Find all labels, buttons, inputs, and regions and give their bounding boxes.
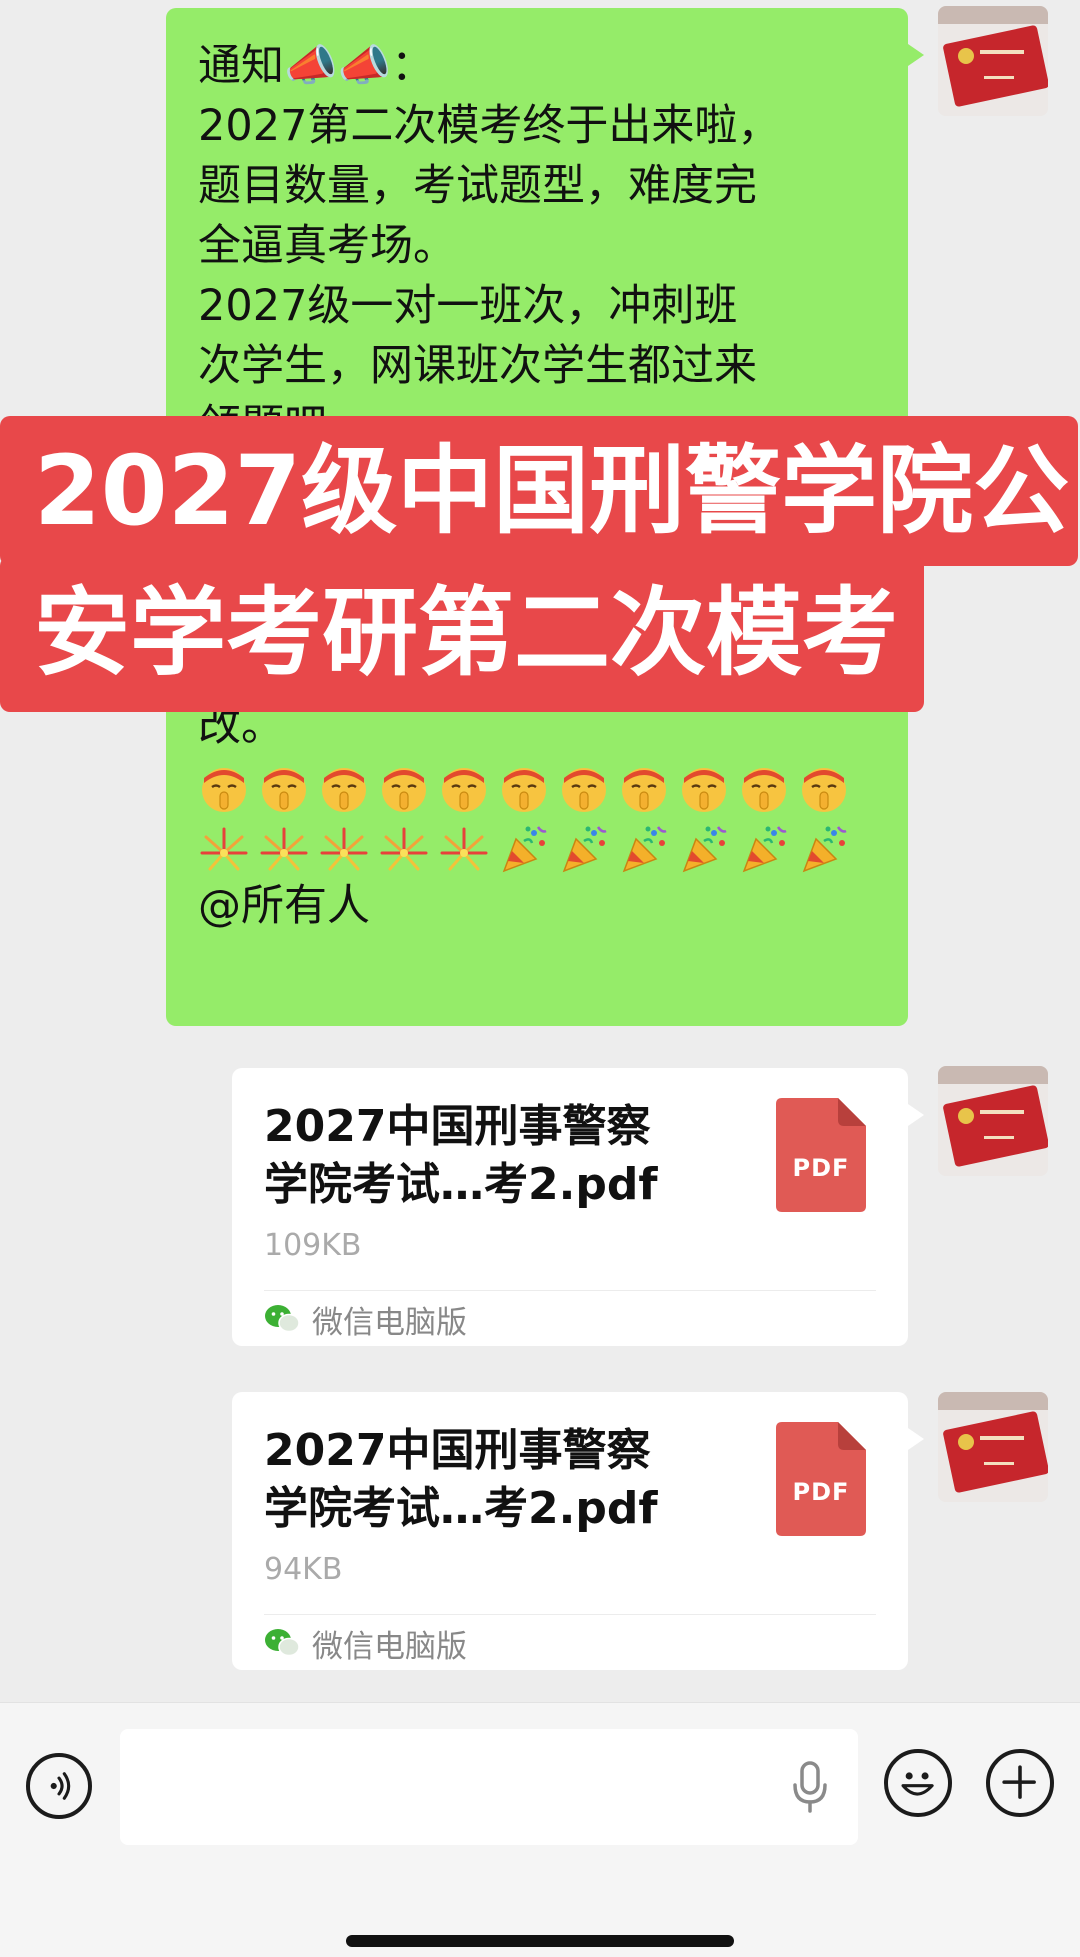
file-name-line: 学院考试…考2.pdf (264, 1483, 658, 1534)
fireworks-emoji (378, 823, 430, 875)
sender-avatar[interactable] (938, 1392, 1048, 1502)
pdf-file-icon: PDF (776, 1422, 866, 1536)
shushing-face-emoji (318, 763, 370, 815)
party-popper-emoji (498, 823, 550, 875)
notice-message-text: 通知📣📣： 2027第二次模考终于出来啦， 题目数量，考试题型，难度完 全逼真考… (198, 36, 888, 936)
plus-icon[interactable] (986, 1749, 1054, 1817)
message-line: 2027级一对一班次，冲刺班 (198, 281, 738, 331)
shushing-face-emoji (258, 763, 310, 815)
message-input[interactable] (120, 1729, 858, 1845)
message-line: 通知📣📣： (198, 41, 435, 91)
shushing-face-emoji (618, 763, 670, 815)
pdf-type-label: PDF (792, 1478, 850, 1506)
avatar-image (938, 1392, 1048, 1502)
party-popper-emoji (798, 823, 850, 875)
shushing-face-emoji (498, 763, 550, 815)
shushing-face-emoji (558, 763, 610, 815)
wechat-icon (264, 1303, 300, 1335)
file-name-line: 2027中国刑事警察 (264, 1425, 651, 1476)
sender-avatar[interactable] (938, 1066, 1048, 1176)
message-line: 次学生，网课班次学生都过来 (198, 341, 757, 391)
message-line (198, 576, 888, 636)
message-line: 描成PDF发给老师，一对一批 (198, 641, 755, 691)
message-line: 2027第二次模考终于出来啦， (198, 101, 781, 151)
sender-avatar[interactable] (938, 6, 1048, 116)
fireworks-emoji (438, 823, 490, 875)
message-line (198, 516, 888, 576)
emoji-row (198, 756, 888, 816)
fireworks-emoji (318, 823, 370, 875)
message-line: 题目数量，考试题型，难度完 (198, 161, 757, 211)
shushing-face-emoji (738, 763, 790, 815)
message-line: 全逼真考场。 (198, 221, 456, 271)
message-line: 领题吧 (198, 401, 327, 451)
emoji-row (198, 816, 888, 876)
shushing-face-emoji (198, 763, 250, 815)
fireworks-emoji (258, 823, 310, 875)
shushing-face-emoji (438, 763, 490, 815)
file-name: 2027中国刑事警察 学院考试…考2.pdf (264, 1422, 704, 1538)
message-line (198, 456, 888, 516)
file-name-line: 学院考试…考2.pdf (264, 1159, 658, 1210)
message-line: 改。 (198, 701, 284, 751)
avatar-image (938, 1066, 1048, 1176)
pdf-type-label: PDF (792, 1154, 850, 1182)
microphone-icon[interactable] (790, 1759, 830, 1815)
file-source-text: 微信电脑版 (312, 1304, 467, 1341)
party-popper-emoji (738, 823, 790, 875)
party-popper-emoji (618, 823, 670, 875)
shushing-face-emoji (798, 763, 850, 815)
file-source: 微信电脑版 (264, 1622, 467, 1665)
file-name-line: 2027中国刑事警察 (264, 1101, 651, 1152)
card-divider (264, 1614, 876, 1615)
shushing-face-emoji (678, 763, 730, 815)
chat-input-bar (0, 1702, 1080, 1957)
home-indicator[interactable] (346, 1935, 734, 1947)
card-divider (264, 1290, 876, 1291)
pdf-file-icon: PDF (776, 1098, 866, 1212)
notice-message-bubble[interactable]: 通知📣📣： 2027第二次模考终于出来啦， 题目数量，考试题型，难度完 全逼真考… (166, 8, 924, 1026)
file-source-text: 微信电脑版 (312, 1628, 467, 1665)
file-source: 微信电脑版 (264, 1298, 467, 1341)
file-name: 2027中国刑事警察 学院考试…考2.pdf (264, 1098, 704, 1214)
shushing-face-emoji (378, 763, 430, 815)
mention-all[interactable]: @所有人 (198, 876, 888, 936)
file-message-card[interactable]: 2027中国刑事警察 学院考试…考2.pdf 94KB PDF 微信电脑版 (232, 1392, 924, 1670)
fireworks-emoji (198, 823, 250, 875)
file-size: 109KB (264, 1228, 362, 1263)
wechat-icon (264, 1627, 300, 1659)
voice-icon[interactable] (26, 1753, 92, 1819)
avatar-image (938, 6, 1048, 116)
file-size: 94KB (264, 1552, 343, 1587)
file-message-card[interactable]: 2027中国刑事警察 学院考试…考2.pdf 109KB PDF 微信电脑版 (232, 1068, 924, 1346)
party-popper-emoji (678, 823, 730, 875)
emoji-icon[interactable] (884, 1749, 952, 1817)
party-popper-emoji (558, 823, 610, 875)
